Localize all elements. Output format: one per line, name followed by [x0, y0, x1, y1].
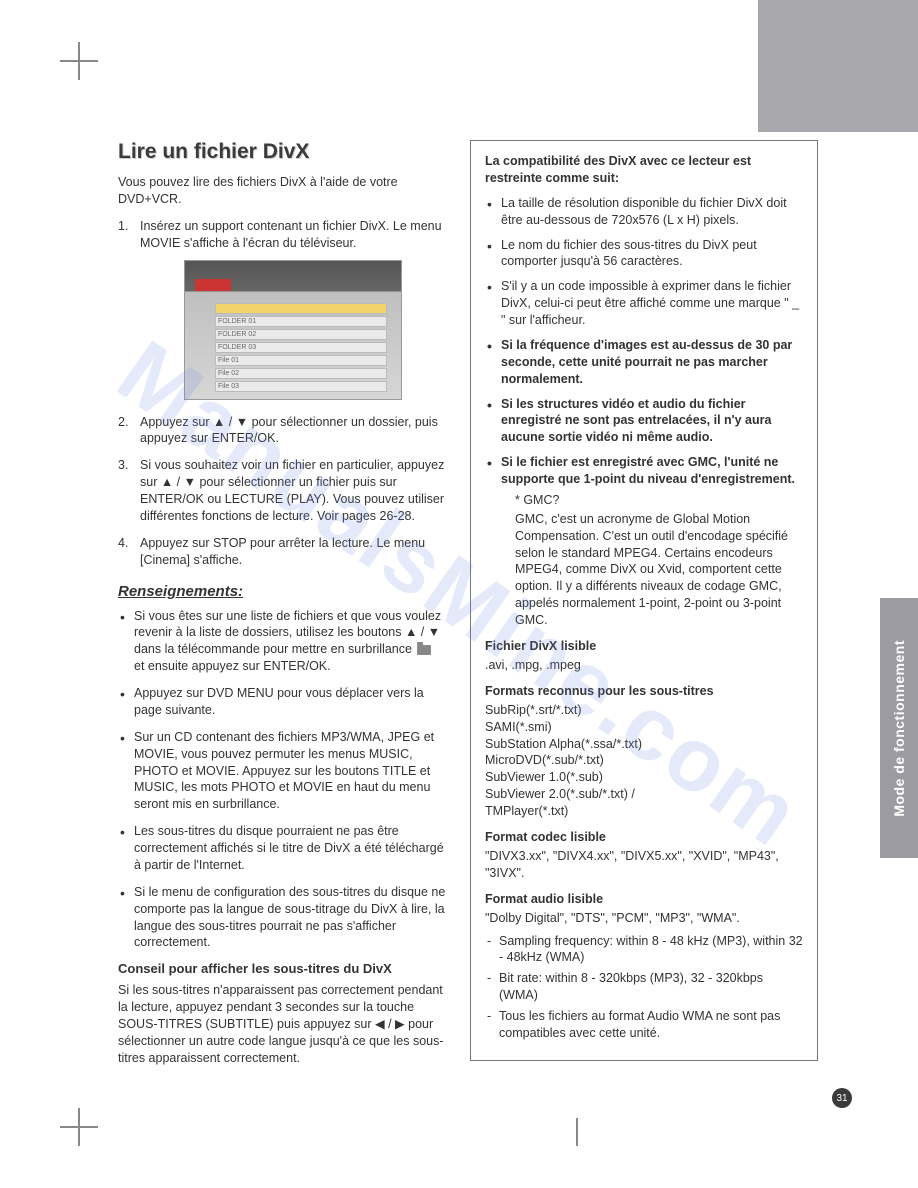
codec-list: "DIVX3.xx", "DIVX4.xx", "DIVX5.xx", "XVI…: [485, 848, 803, 882]
subs-list: SubRip(*.srt/*.txt) SAMI(*.smi) SubStati…: [485, 702, 803, 820]
compat-item: Si le fichier est enregistré avec GMC, l…: [485, 454, 803, 629]
compatibility-box: La compatibilité des DivX avec ce lecteu…: [470, 140, 818, 1061]
compat-item: Le nom du fichier des sous-titres du Div…: [485, 237, 803, 271]
rens-item: Sur un CD contenant des fichiers MP3/WMA…: [118, 729, 446, 813]
rens-item: Si vous êtes sur une liste de fichiers e…: [118, 608, 446, 676]
screenshot-row: File 01: [215, 355, 387, 366]
screenshot-list: FOLDER 01 FOLDER 02 FOLDER 03 File 01 Fi…: [215, 303, 387, 394]
audio-sub-item: Bit rate: within 8 - 320kbps (MP3), 32 -…: [485, 970, 803, 1004]
heading-file: Fichier DivX lisible: [485, 639, 803, 653]
step-1: Insérez un support contenant un fichier …: [118, 218, 446, 400]
crop-mark-top-left: [60, 42, 98, 80]
heading-subs: Formats reconnus pour les sous-titres: [485, 684, 803, 698]
movie-menu-screenshot: FOLDER 01 FOLDER 02 FOLDER 03 File 01 Fi…: [184, 260, 402, 400]
audio-sublist: Sampling frequency: within 8 - 48 kHz (M…: [485, 933, 803, 1042]
step-2: Appuyez sur ▲ / ▼ pour sélectionner un d…: [118, 414, 446, 448]
side-tab-label: Mode de fonctionnement: [891, 640, 907, 817]
compat-item-text: Si le fichier est enregistré avec GMC, l…: [501, 455, 795, 486]
gmc-label: * GMC?: [515, 492, 803, 509]
compat-item: Si les structures vidéo et audio du fich…: [485, 396, 803, 447]
box-lead: La compatibilité des DivX avec ce lecteu…: [485, 153, 803, 187]
rens-item-text-pre: Si vous êtes sur une liste de fichiers e…: [134, 609, 441, 657]
page-number-badge: 31: [832, 1088, 852, 1108]
folder-up-icon: [417, 645, 431, 655]
renseignements-list: Si vous êtes sur une liste de fichiers e…: [118, 608, 446, 952]
rens-item: Appuyez sur DVD MENU pour vous déplacer …: [118, 685, 446, 719]
compat-list: La taille de résolution disponible du fi…: [485, 195, 803, 629]
screenshot-row: File 03: [215, 381, 387, 392]
rens-item: Si le menu de configuration des sous-tit…: [118, 884, 446, 952]
screenshot-badge: [195, 279, 231, 291]
audio-sub-item: Sampling frequency: within 8 - 48 kHz (M…: [485, 933, 803, 967]
audio-line: "Dolby Digital", "DTS", "PCM", "MP3", "W…: [485, 910, 803, 927]
crop-mark-bottom-right: [576, 1118, 578, 1146]
compat-item: S'il y a un code impossible à exprimer d…: [485, 278, 803, 329]
tip-body: Si les sous-titres n'apparaissent pas co…: [118, 982, 446, 1066]
rens-item-text-post: et ensuite appuyez sur ENTER/OK.: [134, 659, 331, 673]
top-right-rail: [758, 0, 918, 132]
screenshot-row: [215, 303, 387, 314]
steps-list: Insérez un support contenant un fichier …: [118, 218, 446, 569]
screenshot-row: File 02: [215, 368, 387, 379]
screenshot-row: FOLDER 03: [215, 342, 387, 353]
gmc-block: * GMC? GMC, c'est un acronyme de Global …: [501, 492, 803, 629]
rens-item: Les sous-titres du disque pourraient ne …: [118, 823, 446, 874]
heading-audio: Format audio lisible: [485, 892, 803, 906]
left-column: Lire un fichier DivX Vous pouvez lire de…: [118, 140, 446, 1073]
crop-mark-bottom-left: [60, 1108, 98, 1146]
screenshot-row: FOLDER 01: [215, 316, 387, 327]
side-tab: Mode de fonctionnement: [880, 598, 918, 858]
step-3: Si vous souhaitez voir un fichier en par…: [118, 457, 446, 525]
step-1-text: Insérez un support contenant un fichier …: [140, 219, 442, 250]
right-column: La compatibilité des DivX avec ce lecteu…: [470, 140, 818, 1073]
file-list: .avi, .mpg, .mpeg: [485, 657, 803, 674]
tip-heading: Conseil pour afficher les sous-titres du…: [118, 961, 446, 976]
intro-text: Vous pouvez lire des fichiers DivX à l'a…: [118, 174, 446, 208]
renseignements-heading: Renseignements:: [118, 583, 446, 600]
step-4: Appuyez sur STOP pour arrêter la lecture…: [118, 535, 446, 569]
page-title: Lire un fichier DivX: [118, 140, 446, 164]
gmc-body: GMC, c'est un acronyme de Global Motion …: [515, 511, 803, 629]
heading-codec: Format codec lisible: [485, 830, 803, 844]
page-number: 31: [836, 1093, 847, 1104]
compat-item: La taille de résolution disponible du fi…: [485, 195, 803, 229]
page-content: Lire un fichier DivX Vous pouvez lire de…: [118, 140, 838, 1073]
compat-item: Si la fréquence d'images est au-dessus d…: [485, 337, 803, 388]
audio-sub-item: Tous les fichiers au format Audio WMA ne…: [485, 1008, 803, 1042]
screenshot-row: FOLDER 02: [215, 329, 387, 340]
